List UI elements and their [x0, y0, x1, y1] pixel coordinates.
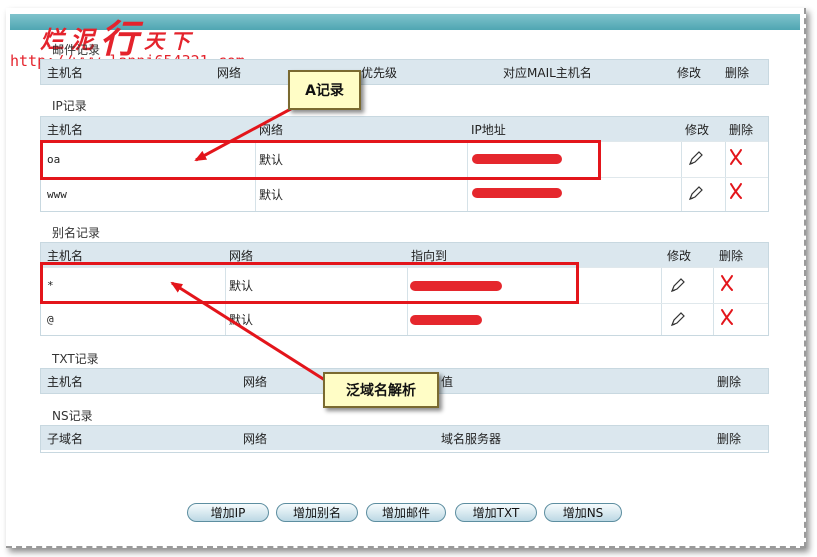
add-txt-button[interactable]: 增加TXT	[455, 503, 537, 522]
a-record-callout: A记录	[288, 70, 361, 110]
add-mail-button[interactable]: 增加邮件	[366, 503, 446, 522]
add-alias-button[interactable]: 增加别名	[276, 503, 358, 522]
wildcard-callout: 泛域名解析	[323, 372, 439, 408]
add-ns-button[interactable]: 增加NS	[544, 503, 622, 522]
annotation-arrows	[170, 102, 329, 384]
arrow-to-wildcard-record	[170, 281, 329, 384]
add-ip-button[interactable]: 增加IP	[187, 503, 269, 522]
arrow-to-a-record	[194, 102, 301, 162]
